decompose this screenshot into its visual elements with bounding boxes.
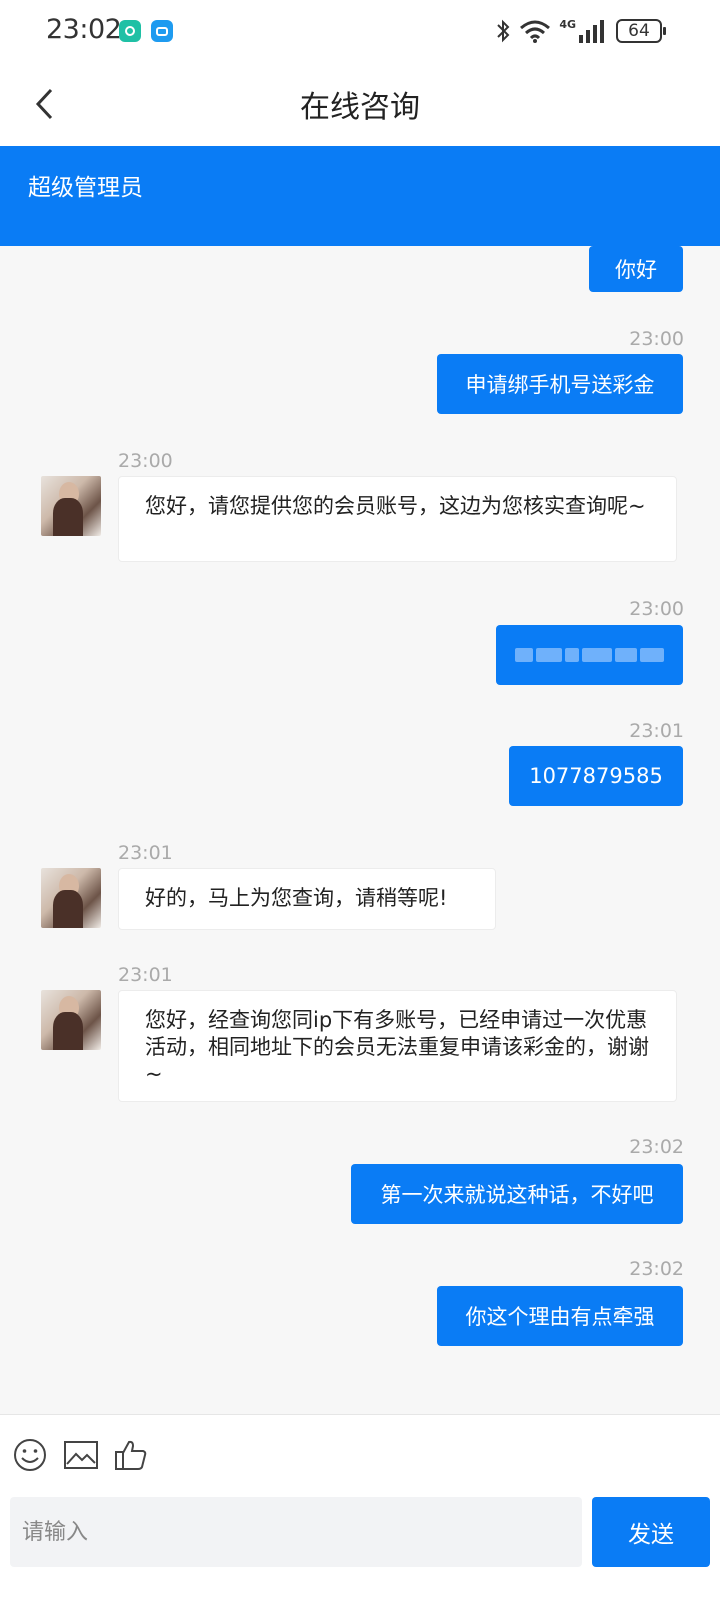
outgoing-message: 第一次来就说这种话，不好吧 xyxy=(351,1164,683,1224)
battery-icon: 64 xyxy=(616,19,666,43)
wifi-icon xyxy=(520,20,551,43)
message-timestamp: 23:00 xyxy=(629,328,684,350)
agent-banner: 超级管理员 xyxy=(0,146,720,246)
page-title: 在线咨询 xyxy=(300,90,420,125)
outgoing-message: 你这个理由有点牵强 xyxy=(437,1286,683,1346)
header: 在线咨询 xyxy=(0,64,720,146)
incoming-message: 您好，经查询您同ip下有多账号，已经申请过一次优惠活动，相同地址下的会员无法重复… xyxy=(118,990,677,1102)
emoji-icon[interactable] xyxy=(12,1437,48,1473)
status-time: 23:02 xyxy=(46,14,122,45)
message-text: 你这个理由有点牵强 xyxy=(465,1305,655,1329)
message-timestamp: 23:01 xyxy=(118,842,173,864)
message-text: 第一次来就说这种话，不好吧 xyxy=(380,1183,654,1207)
message-text: 申请绑手机号送彩金 xyxy=(465,373,655,397)
agent-name: 超级管理员 xyxy=(28,175,143,201)
network-label: 4G xyxy=(559,17,576,31)
message-timestamp: 23:01 xyxy=(629,720,684,742)
battery-level: 64 xyxy=(628,21,650,41)
message-text: 1077879585 xyxy=(529,764,663,788)
message-text: 好的，马上为您查询，请稍等呢! xyxy=(145,886,448,910)
composer: 发送 xyxy=(0,1414,720,1600)
signal-icon xyxy=(579,20,604,43)
message-input[interactable] xyxy=(10,1497,582,1567)
message-timestamp: 23:02 xyxy=(629,1136,684,1158)
bluetooth-icon xyxy=(497,19,510,43)
message-timestamp: 23:02 xyxy=(629,1258,684,1280)
redacted-content xyxy=(515,648,664,662)
thumbs-up-icon[interactable] xyxy=(113,1437,149,1473)
outgoing-message: 你好 xyxy=(589,246,683,292)
outgoing-message-redacted xyxy=(496,625,683,685)
app-notification-icon xyxy=(119,20,141,42)
agent-avatar[interactable] xyxy=(41,476,101,536)
agent-avatar[interactable] xyxy=(41,868,101,928)
message-timestamp: 23:00 xyxy=(629,598,684,620)
status-icons: 4G 64 xyxy=(495,16,666,46)
incoming-message: 您好，请您提供您的会员账号，这边为您核实查询呢~ xyxy=(118,476,677,562)
outgoing-message: 1077879585 xyxy=(509,746,683,806)
status-bar: 23:02 4G 64 xyxy=(0,0,720,64)
incoming-message: 好的，马上为您查询，请稍等呢! xyxy=(118,868,496,930)
message-notification-icon xyxy=(151,20,173,42)
message-text: 你好 xyxy=(615,258,657,282)
message-timestamp: 23:00 xyxy=(118,450,173,472)
outgoing-message: 申请绑手机号送彩金 xyxy=(437,354,683,414)
image-icon[interactable] xyxy=(63,1437,99,1473)
send-button[interactable]: 发送 xyxy=(592,1497,710,1567)
message-text: 您好，请您提供您的会员账号，这边为您核实查询呢~ xyxy=(145,494,646,518)
agent-avatar[interactable] xyxy=(41,990,101,1050)
message-text: 您好，经查询您同ip下有多账号，已经申请过一次优惠活动，相同地址下的会员无法重复… xyxy=(145,1008,649,1086)
chat-area[interactable]: 你好 23:00 申请绑手机号送彩金 23:00 您好，请您提供您的会员账号，这… xyxy=(0,246,720,1414)
message-timestamp: 23:01 xyxy=(118,964,173,986)
